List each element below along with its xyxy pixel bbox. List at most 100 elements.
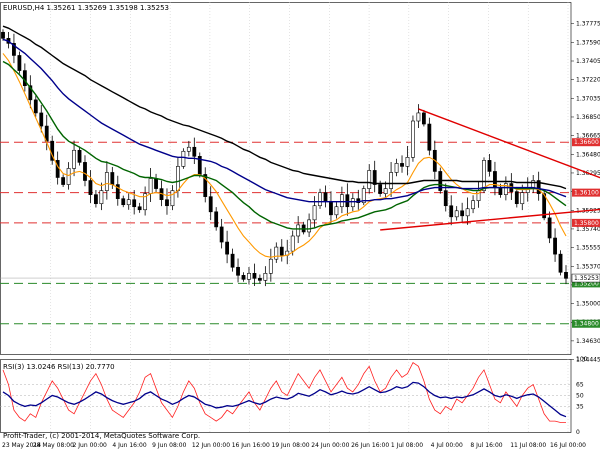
candle-body (192, 146, 197, 157)
price-tick-label: 1.37590 (576, 39, 600, 46)
candle-body (241, 275, 246, 280)
candle-body (564, 272, 568, 279)
candle-body (394, 163, 399, 173)
candle-body (416, 112, 421, 122)
candle-body (22, 70, 27, 87)
candle-body (482, 160, 486, 191)
time-axis: 23 May 201428 May 08:002 Jun 00:00 4 Jun … (2, 442, 586, 449)
candle-body (258, 278, 262, 281)
candle-body (247, 273, 251, 280)
candle-body (165, 199, 169, 207)
candle-body (99, 190, 104, 205)
candle-body (465, 208, 470, 217)
candle-body (61, 177, 66, 185)
candle-body (460, 210, 465, 217)
candle-body (553, 237, 557, 255)
time-tick-label: 26 Jun 16:00 (351, 442, 389, 449)
candle-body (350, 198, 355, 208)
price-tick-label: 1.37405 (576, 58, 600, 65)
candle-body (268, 258, 273, 274)
candle-body (383, 188, 388, 194)
candle-body (274, 246, 279, 260)
candle-body (39, 112, 44, 127)
indicator-tick-label: 0 (576, 429, 580, 436)
support-level-label: 1.34800 (574, 321, 599, 328)
time-tick-label: 2 Jun 00:00 (73, 442, 107, 449)
candle-body (104, 172, 109, 191)
candle-body (378, 184, 383, 194)
candle-body (214, 211, 219, 228)
candle-body (121, 198, 126, 206)
candle-body (77, 149, 82, 163)
candle-body (411, 120, 415, 158)
candle-body (126, 199, 131, 206)
candle-body (176, 166, 180, 191)
time-tick-label: 4 Jun 16:00 (112, 442, 146, 449)
candle-body (33, 99, 38, 114)
candle-body (547, 217, 552, 239)
candle-body (345, 194, 350, 208)
candle-body (186, 146, 191, 152)
candle-body (427, 123, 432, 151)
candle-body (83, 162, 87, 181)
resistance-level-label: 1.36100 (574, 190, 599, 197)
candle-body (1, 31, 5, 39)
trading-chart: 1.37775 1.37590 1.37405 1.37220 1.37035 1.368… (0, 0, 600, 450)
candle-body (66, 168, 71, 185)
price-tick-label: 1.35000 (576, 301, 600, 308)
candle-body (225, 241, 230, 255)
time-tick-label: 19 Jun 08:00 (272, 442, 310, 449)
symbol-info: EURUSD,H4 1.35261 1.35269 1.35198 1.3525… (3, 4, 169, 12)
indicator-info: RSI(3) 13.0246 RSI(13) 20.7770 (3, 363, 115, 371)
candle-body (88, 180, 93, 195)
time-tick-label: 28 May 08:00 (33, 442, 74, 449)
indicator-tick-label: 100 (576, 356, 588, 363)
candle-body (290, 235, 295, 252)
candle-body (367, 170, 372, 189)
candle-body (454, 210, 459, 218)
price-tick-label: 1.37775 (576, 21, 600, 28)
time-tick-label: 1 Jul 08:00 (391, 442, 423, 449)
candle-body (230, 253, 235, 268)
candle-body (307, 219, 311, 233)
indicator-tick-label: 65 (576, 382, 584, 389)
candle-body (94, 194, 98, 205)
time-tick-label: 12 Jun 00:00 (192, 442, 230, 449)
time-tick-label: 4 Jul 00:00 (431, 442, 463, 449)
current-price-label: 1.35253 (574, 275, 599, 282)
candle-body (520, 192, 525, 205)
candle-body (400, 163, 404, 167)
price-tick-label: 1.37220 (576, 77, 600, 84)
candle-body (312, 205, 317, 221)
time-tick-label: 11 Jul 08:00 (510, 442, 546, 449)
candle-body (236, 266, 240, 276)
resistance-level-label: 1.36600 (574, 139, 599, 146)
candle-body (318, 192, 322, 207)
price-tick-label: 1.37035 (576, 95, 600, 102)
candle-body (514, 191, 519, 205)
candle-body (405, 157, 410, 167)
price-tick-label: 1.36850 (576, 114, 600, 121)
candle-body (339, 194, 344, 208)
time-tick-label: 9 Jun 08:00 (152, 442, 186, 449)
time-tick-label: 16 Jul 00:00 (550, 442, 586, 449)
price-tick-label: 1.35740 (576, 226, 600, 233)
candle-body (334, 206, 339, 216)
candle-body (323, 192, 328, 203)
indicator-tick-label: 35 (576, 403, 584, 410)
candle-body (449, 205, 454, 218)
candle-body (279, 246, 284, 256)
candle-body (329, 201, 333, 216)
candle-body (443, 190, 448, 207)
candle-body (110, 172, 115, 185)
candle-body (148, 178, 153, 194)
candle-body (372, 170, 377, 185)
time-tick-label: 24 Jun 00:00 (311, 442, 349, 449)
price-tick-label: 1.35555 (576, 245, 600, 252)
candle-body (498, 187, 503, 195)
resistance-level-label: 1.35800 (574, 220, 599, 227)
candle-body (17, 55, 22, 71)
candle-body (558, 253, 563, 273)
candle-body (170, 190, 175, 207)
time-tick-label: 16 Jun 16:00 (232, 442, 270, 449)
